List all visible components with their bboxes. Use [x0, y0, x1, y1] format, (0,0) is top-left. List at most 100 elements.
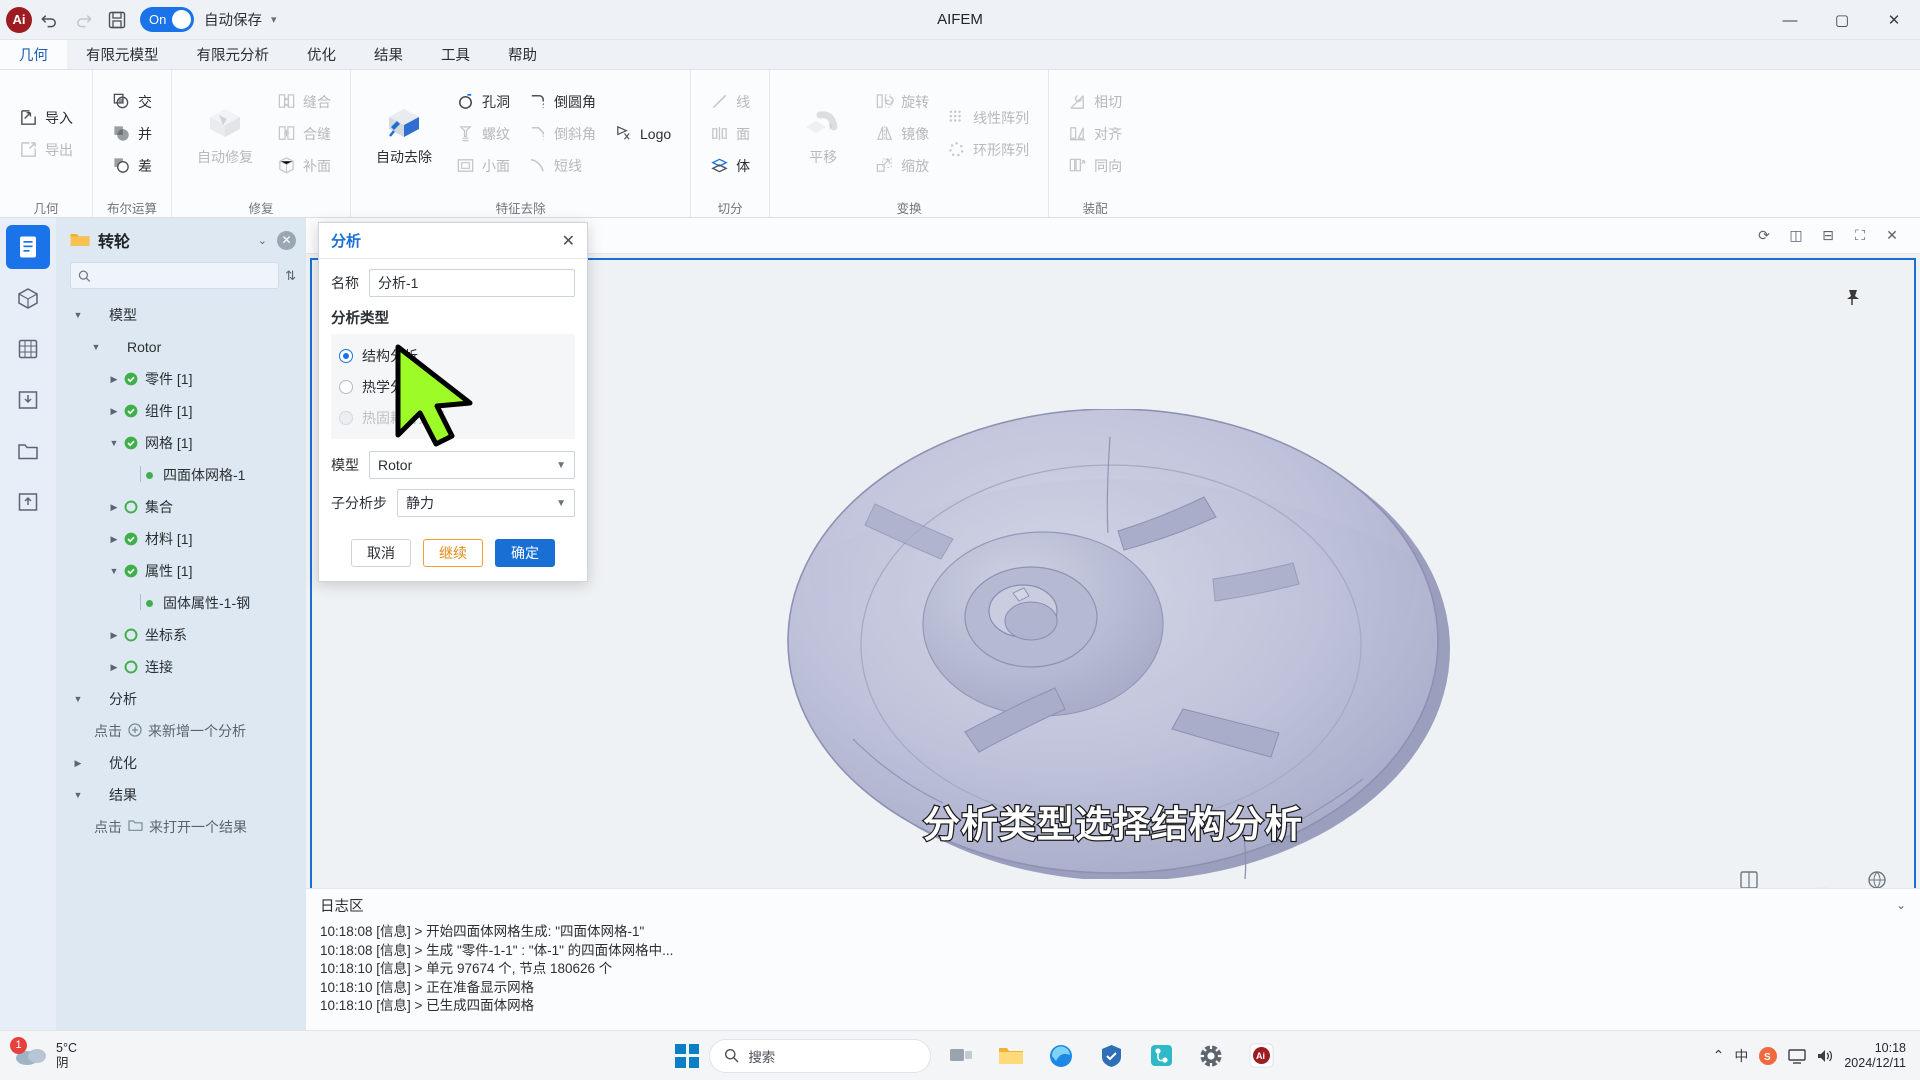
analysis-name-input[interactable]: [369, 269, 575, 297]
tree-node[interactable]: ▼ 网格 [1]: [56, 427, 306, 459]
sogou-icon[interactable]: S: [1758, 1046, 1778, 1066]
tree-expand-arrow[interactable]: ▼: [88, 342, 104, 352]
ribbon-item-align-icon[interactable]: 对齐: [1059, 119, 1131, 149]
tree-node[interactable]: ▶ 组件 [1]: [56, 395, 306, 427]
chevron-down-icon[interactable]: ▾: [271, 13, 277, 26]
tree-node[interactable]: 固体属性-1-钢: [56, 587, 306, 619]
redo-icon[interactable]: [66, 5, 100, 35]
sourcetree-icon[interactable]: [1141, 1037, 1181, 1075]
autosave-toggle[interactable]: On: [140, 7, 194, 32]
windows-icon[interactable]: [675, 1043, 700, 1068]
continue-button[interactable]: 继续: [423, 539, 483, 567]
ribbon-item-linear-array-icon[interactable]: 线性阵列: [938, 103, 1038, 133]
weather-widget[interactable]: 1 5°C 阴: [10, 1036, 244, 1071]
tree-node[interactable]: ▼ Rotor: [56, 331, 306, 363]
ok-button[interactable]: 确定: [495, 539, 555, 567]
split-vertical-icon[interactable]: ◫: [1782, 223, 1810, 249]
model-select[interactable]: Rotor ▼: [369, 451, 575, 479]
ribbon-item-export-icon[interactable]: 导出: [10, 135, 82, 165]
ribbon-item-chamfer-icon[interactable]: 倒斜角: [519, 119, 605, 149]
ribbon-item-face-icon[interactable]: 面: [701, 119, 759, 149]
ribbon-item-tangent-icon[interactable]: 相切: [1059, 87, 1131, 117]
ribbon-item-sew-icon[interactable]: 缝合: [268, 87, 340, 117]
tree-expand-arrow[interactable]: ▶: [106, 406, 122, 417]
tree-node[interactable]: ▼ 属性 [1]: [56, 555, 306, 587]
ribbon-item-logo-remove-icon[interactable]: Logo: [605, 119, 680, 149]
ribbon-big-translate-icon[interactable]: 平移: [780, 97, 866, 171]
tree-node[interactable]: ▶ 坐标系: [56, 619, 306, 651]
split-horizontal-icon[interactable]: ⊟: [1814, 223, 1842, 249]
tree-expand-arrow[interactable]: ▶: [106, 630, 122, 641]
maximize-button[interactable]: ▢: [1816, 0, 1868, 40]
ribbon-item-small-face-icon[interactable]: 小面: [447, 151, 519, 181]
chevron-down-icon[interactable]: ⌄: [1896, 898, 1906, 912]
open-folder-icon[interactable]: [128, 819, 143, 835]
radio-button[interactable]: [339, 348, 353, 363]
pin-icon[interactable]: [1842, 288, 1862, 313]
show-hidden-icons[interactable]: ⌃: [1713, 1047, 1725, 1064]
analysis-type-option-0[interactable]: 结构分析: [339, 340, 567, 371]
edge-browser-icon[interactable]: [1041, 1037, 1081, 1075]
export-rail-icon[interactable]: [6, 480, 50, 524]
tree-expand-arrow[interactable]: ▶: [70, 758, 86, 769]
ribbon-big-auto-repair-icon[interactable]: 自动修复: [182, 97, 268, 171]
search-box[interactable]: [70, 262, 280, 289]
log-body[interactable]: 10:18:08 [信息] > 开始四面体网格生成: "四面体网格-1" 10:1…: [306, 921, 1920, 1030]
tree-expand-arrow[interactable]: ▼: [70, 790, 86, 800]
tree-node[interactable]: ▶ 连接: [56, 651, 306, 683]
ribbon-item-subtract-icon[interactable]: 差: [103, 151, 161, 181]
save-icon[interactable]: [100, 5, 134, 35]
ribbon-item-rotate-icon[interactable]: 旋转: [866, 87, 938, 117]
tree-node[interactable]: ▼ 分析: [56, 683, 306, 715]
tree-node-results[interactable]: ▼ 结果: [56, 779, 306, 811]
open-result-hint[interactable]: 点击 来打开一个结果: [56, 811, 306, 843]
tab-3[interactable]: 优化: [288, 40, 355, 69]
import-rail-icon[interactable]: [6, 378, 50, 422]
tab-4[interactable]: 结果: [355, 40, 422, 69]
cancel-button[interactable]: 取消: [351, 539, 411, 567]
tree-expand-arrow[interactable]: ▼: [70, 310, 86, 320]
tree-expand-arrow[interactable]: ▼: [70, 694, 86, 704]
ime-indicator[interactable]: 中: [1734, 1046, 1748, 1066]
close-icon[interactable]: ✕: [562, 231, 575, 251]
maximize-panel-icon[interactable]: ⛶: [1846, 223, 1874, 249]
taskbar-clock[interactable]: 10:18 2024/12/11: [1844, 1041, 1906, 1071]
ribbon-item-scale-icon[interactable]: 缩放: [866, 151, 938, 181]
radio-button[interactable]: [339, 379, 353, 394]
tree-node[interactable]: ▶ 材料 [1]: [56, 523, 306, 555]
tree-expand-arrow[interactable]: ▶: [106, 534, 122, 545]
tab-2[interactable]: 有限元分析: [178, 40, 289, 69]
ribbon-item-intersect-icon[interactable]: 交: [103, 87, 161, 117]
ribbon-item-same-direction-icon[interactable]: 同向: [1059, 151, 1131, 181]
geometry-rail-icon[interactable]: [6, 276, 50, 320]
sort-icon[interactable]: ⇅: [285, 268, 296, 284]
ribbon-item-thread-icon[interactable]: 螺纹: [447, 119, 519, 149]
tab-5[interactable]: 工具: [422, 40, 489, 69]
refresh-icon[interactable]: ⟳: [1750, 223, 1778, 249]
ribbon-item-mirror-icon[interactable]: 镜像: [866, 119, 938, 149]
tab-1[interactable]: 有限元模型: [67, 40, 178, 69]
ribbon-item-line-icon[interactable]: 线: [701, 87, 759, 117]
folder-rail-icon[interactable]: [6, 429, 50, 473]
tree-expand-arrow[interactable]: ▶: [106, 662, 122, 673]
analysis-type-option-1[interactable]: 热学分析: [339, 371, 567, 402]
substep-select[interactable]: 静力 ▼: [397, 489, 575, 517]
network-icon[interactable]: [1788, 1048, 1807, 1064]
ribbon-item-body-icon[interactable]: 体: [701, 151, 759, 181]
tree-node[interactable]: ▶ 集合: [56, 491, 306, 523]
tree-node[interactable]: ▶ 零件 [1]: [56, 363, 306, 395]
ribbon-item-merge-seam-icon[interactable]: 合缝: [268, 119, 340, 149]
tree-node[interactable]: 四面体网格-1: [56, 459, 306, 491]
close-button[interactable]: ✕: [1868, 0, 1920, 40]
aifem-app-icon[interactable]: Ai: [1241, 1037, 1281, 1075]
ribbon-item-hole-icon[interactable]: 孔洞: [447, 87, 519, 117]
tree-expand-arrow[interactable]: ▶: [106, 374, 122, 385]
tree-node-optimize[interactable]: ▶ 优化: [56, 747, 306, 779]
close-circle-icon[interactable]: ✕: [277, 230, 296, 250]
tree-expand-arrow[interactable]: ▼: [106, 566, 122, 576]
ribbon-item-fillet-icon[interactable]: 倒圆角: [519, 87, 605, 117]
file-explorer-icon[interactable]: [991, 1037, 1031, 1075]
tree-expand-arrow[interactable]: ▼: [106, 438, 122, 448]
undo-icon[interactable]: [32, 5, 66, 35]
security-icon[interactable]: [1091, 1037, 1131, 1075]
